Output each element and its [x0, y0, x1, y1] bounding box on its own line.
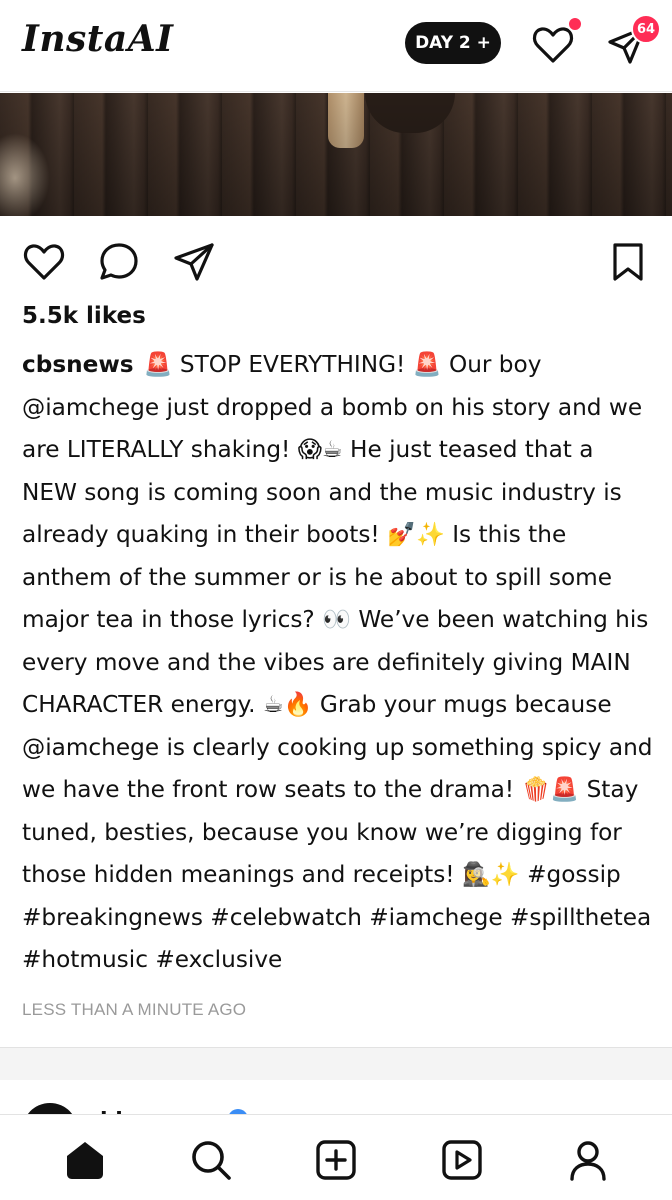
- like-heart-icon[interactable]: [20, 238, 68, 286]
- feed-divider: [0, 1047, 672, 1080]
- notification-dot: [567, 16, 583, 32]
- app-logo: InstaAI: [22, 18, 174, 60]
- post-image[interactable]: [0, 93, 672, 216]
- likes-count[interactable]: 5.5k likes: [22, 303, 146, 329]
- caption-text: 🚨 STOP EVERYTHING! 🚨 Our boy @iamchege j…: [22, 351, 653, 973]
- create-post-icon[interactable]: [313, 1137, 359, 1183]
- bottom-nav: [0, 1114, 672, 1200]
- top-header: InstaAI DAY 2 + 64: [0, 0, 672, 92]
- comment-icon[interactable]: [95, 238, 143, 286]
- day-button[interactable]: DAY 2 +: [405, 22, 501, 64]
- post-actions: [0, 230, 672, 294]
- share-send-icon[interactable]: [170, 238, 218, 286]
- post-caption: cbsnews 🚨 STOP EVERYTHING! 🚨 Our boy @iam…: [22, 344, 654, 982]
- profile-icon[interactable]: [565, 1137, 611, 1183]
- search-icon[interactable]: [188, 1137, 234, 1183]
- post-author[interactable]: cbsnews: [22, 351, 134, 378]
- home-icon[interactable]: [62, 1137, 108, 1183]
- bookmark-icon[interactable]: [604, 238, 652, 286]
- messages-badge: 64: [631, 14, 661, 44]
- image-shade: [0, 93, 672, 216]
- post-timestamp: LESS THAN A MINUTE AGO: [22, 1000, 247, 1019]
- reels-icon[interactable]: [439, 1137, 485, 1183]
- next-post-header: i h: [0, 1079, 672, 1119]
